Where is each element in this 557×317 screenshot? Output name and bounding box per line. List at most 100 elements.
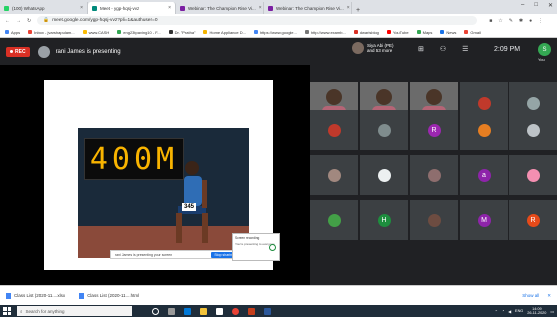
file-explorer-icon[interactable] <box>200 307 207 315</box>
bookmark-item[interactable]: dwarisblog <box>353 30 379 35</box>
participants-summary[interactable]: Siya Abi (PE) and 53 more <box>352 42 394 54</box>
participant-tile[interactable]: R <box>509 200 557 240</box>
word-icon[interactable] <box>264 307 271 315</box>
chrome-icon[interactable] <box>232 307 239 315</box>
browser-tab[interactable]: (100) WhatsApp × <box>0 2 88 14</box>
scoreboard: 400M <box>84 138 184 180</box>
tray-arrow-icon[interactable]: ⌃ <box>495 309 498 314</box>
self-avatar[interactable]: S <box>538 43 551 56</box>
store-icon[interactable] <box>216 307 223 315</box>
new-tab-button[interactable]: + <box>352 7 364 14</box>
camera-icon[interactable]: ■ <box>489 18 492 24</box>
close-tab-icon[interactable]: × <box>80 5 83 11</box>
participant-avatar <box>377 123 391 137</box>
close-downloads-button[interactable]: ✕ <box>547 293 551 299</box>
browser-tab[interactable]: Webinar: The Champion Rise Vi... × <box>176 2 264 14</box>
taskbar-search[interactable]: ⌕ Search for anything <box>17 306 132 316</box>
participant-tile[interactable]: H <box>360 200 408 240</box>
close-tab-icon[interactable]: × <box>347 5 350 11</box>
language-indicator[interactable]: ENG <box>515 309 523 313</box>
participant-tile[interactable]: R <box>410 110 458 150</box>
menu-icon[interactable]: ⋮ <box>538 18 543 24</box>
participant-tile[interactable]: a <box>460 155 508 195</box>
participant-tile[interactable] <box>310 200 358 240</box>
extension-icon[interactable]: ✎ <box>509 18 513 24</box>
tab-favicon-icon <box>92 5 97 11</box>
star-icon[interactable]: ☆ <box>498 18 502 24</box>
bookmark-icon <box>28 30 33 34</box>
search-icon: ⌕ <box>20 308 23 314</box>
minimize-button[interactable]: – <box>521 2 524 9</box>
bookmark-icon <box>304 30 309 34</box>
reload-icon[interactable]: ↻ <box>27 18 31 24</box>
bookmark-item[interactable]: Apps <box>5 30 20 35</box>
participant-tile[interactable] <box>460 110 508 150</box>
bookmark-icon <box>416 30 421 34</box>
athlete-bib: 345 <box>182 203 197 211</box>
wifi-icon[interactable]: ◔ <box>502 309 504 313</box>
popup-title: Screen recording <box>235 236 260 240</box>
bookmark-label: https://www.google... <box>259 29 297 35</box>
tab-title: Meet - ygp-hqsj-vvz <box>100 5 140 11</box>
participant-tile[interactable] <box>509 155 557 195</box>
download-item[interactable]: Class List (2020-11....xlsx <box>6 292 66 299</box>
participant-tile[interactable] <box>410 200 458 240</box>
participant-avatar: R <box>427 123 441 137</box>
participant-tile[interactable] <box>509 110 557 150</box>
url-field[interactable]: 🔒 meet.google.com/ygp-hqsj-vvz?pli=1&aut… <box>37 16 478 25</box>
download-label: Class List (2020-11....xlsx <box>14 293 66 298</box>
bookmark-item[interactable]: https://www.google... <box>253 29 297 35</box>
maximize-button[interactable]: □ <box>534 2 538 9</box>
puzzle-icon[interactable]: ✱ <box>519 18 523 24</box>
bookmark-item[interactable]: http://www.examb... <box>304 30 346 35</box>
bookmark-item[interactable]: Maps <box>416 30 432 35</box>
task-view-icon[interactable] <box>168 307 175 315</box>
back-icon[interactable]: ← <box>5 18 10 24</box>
chat-icon[interactable]: ☰ <box>462 45 468 53</box>
tray-clock[interactable]: 14:09 26-11-2020 <box>527 307 546 316</box>
presenting-snackbar: rani James is presenting your screen Sto… <box>110 250 240 259</box>
edge-icon[interactable] <box>184 307 191 315</box>
recording-badge: REC <box>6 46 30 57</box>
download-item[interactable]: Class List (2020-11....html <box>79 292 140 299</box>
participant-tile[interactable] <box>310 155 358 195</box>
notification-icon[interactable]: ▭ <box>550 309 554 314</box>
profile-icon[interactable]: ● <box>529 18 532 24</box>
tab-favicon-icon <box>180 5 185 11</box>
download-label: Class List (2020-11....html <box>87 293 140 298</box>
bookmark-item[interactable]: www.CASH <box>82 30 109 35</box>
forward-icon[interactable]: → <box>16 18 21 24</box>
powerpoint-icon[interactable] <box>248 307 255 315</box>
windows-taskbar: ⌕ Search for anything ⌃ ◔ ◀ ENG 14:09 26… <box>0 305 557 317</box>
show-all-link[interactable]: Show all <box>522 293 539 299</box>
participant-avatar <box>352 42 364 54</box>
participant-avatar <box>427 213 441 227</box>
close-tab-icon[interactable]: × <box>168 5 171 11</box>
presentation-stage: 400M 345 rani James is presenting your s… <box>0 65 310 285</box>
participant-tile[interactable] <box>410 155 458 195</box>
bookmark-item[interactable]: News <box>440 30 456 35</box>
bookmark-item[interactable]: Home Appliance D... <box>203 30 246 35</box>
close-window-button[interactable]: ✕ <box>548 2 553 9</box>
bookmark-item[interactable]: Dr. "Pratha" <box>168 30 195 35</box>
participant-tile[interactable]: M <box>460 200 508 240</box>
bookmark-item[interactable]: Inbox - jvarshapulam... <box>28 30 75 35</box>
volume-icon[interactable]: ◀ <box>508 309 511 314</box>
bookmark-icon <box>440 30 445 34</box>
grid-icon[interactable]: ⊞ <box>418 45 424 53</box>
bookmark-item[interactable]: YouTube <box>386 30 409 35</box>
participant-avatar <box>526 168 540 182</box>
close-tab-icon[interactable]: × <box>259 5 262 11</box>
browser-tab[interactable]: Meet - ygp-hqsj-vvz × <box>88 2 176 14</box>
bookmark-icon <box>82 30 87 34</box>
participant-tile[interactable] <box>360 155 408 195</box>
participant-tile[interactable] <box>360 110 408 150</box>
browser-tab[interactable]: Webinar: The Champion Rise Vi... × <box>264 2 352 14</box>
windows-start-icon[interactable] <box>3 307 11 315</box>
cortana-icon[interactable] <box>152 307 159 315</box>
people-icon[interactable]: ⚇ <box>440 45 446 53</box>
participant-tile[interactable] <box>310 110 358 150</box>
participant-avatar: a <box>477 168 491 182</box>
bookmark-item[interactable]: eng23tpaving10 - F... <box>117 30 161 35</box>
bookmark-item[interactable]: Gmail <box>464 30 481 35</box>
